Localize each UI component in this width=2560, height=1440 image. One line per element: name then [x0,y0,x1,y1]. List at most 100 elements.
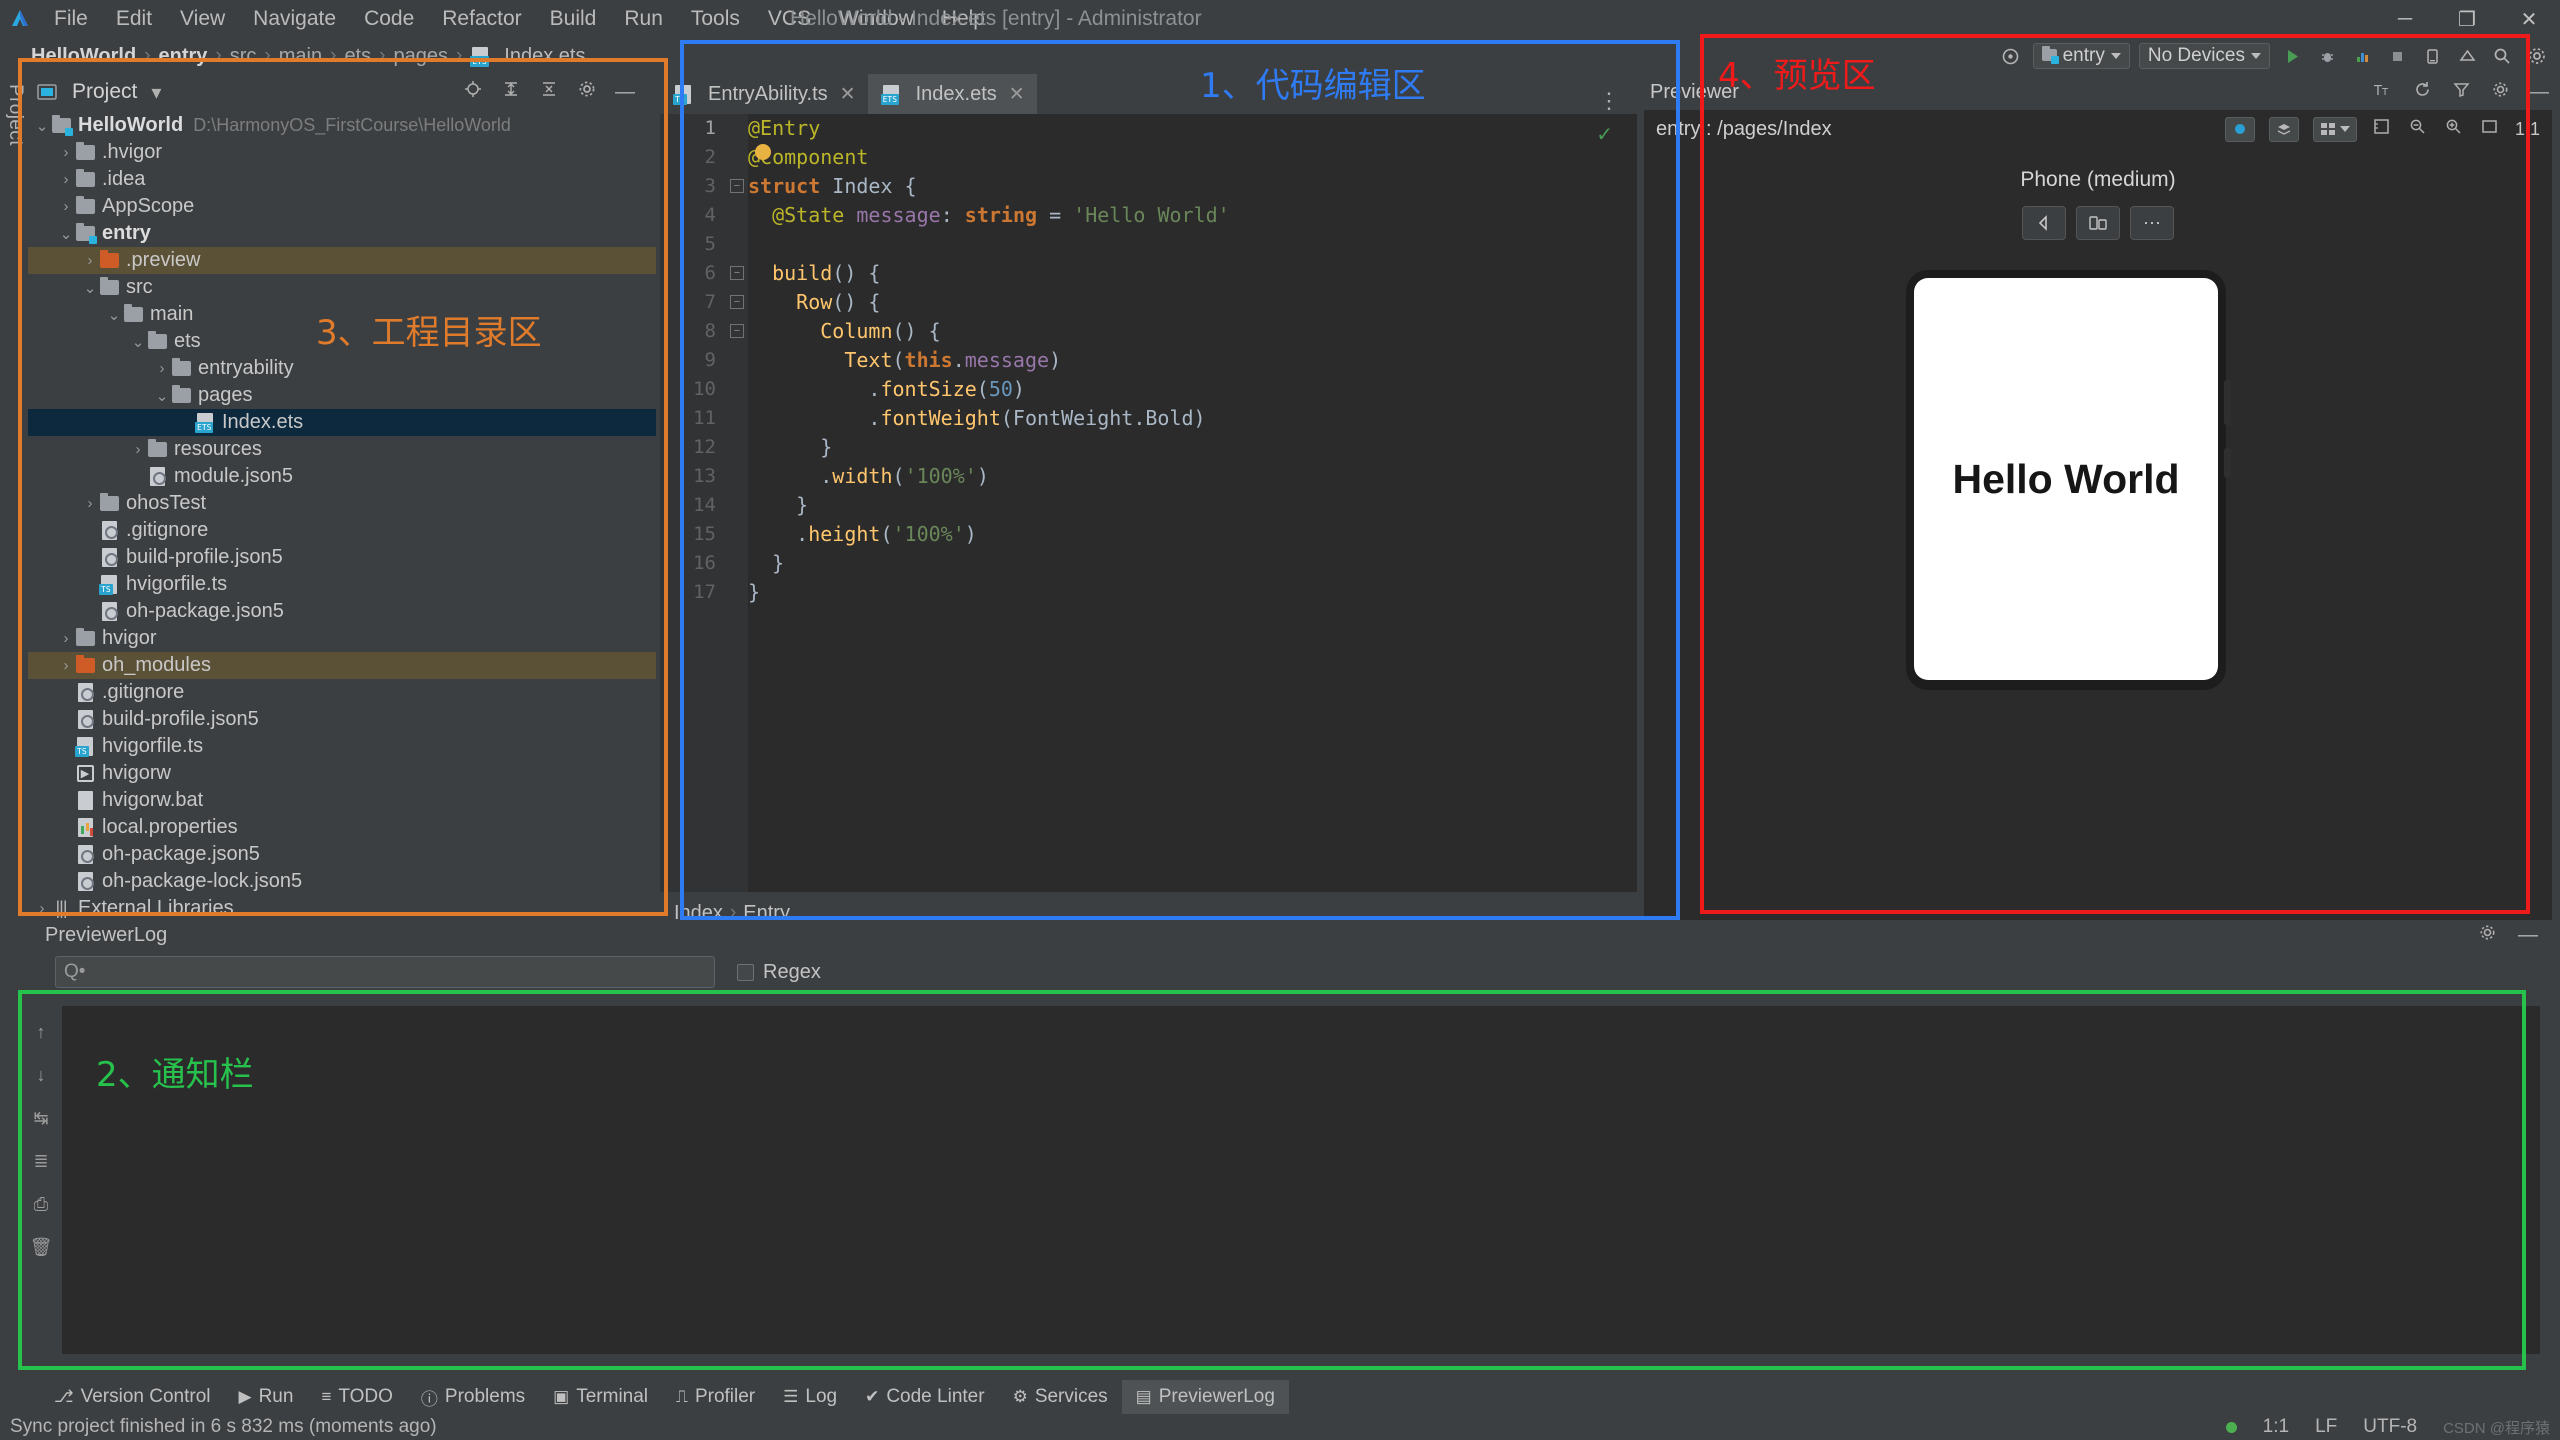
code-line[interactable]: } [748,549,1621,578]
code-line[interactable]: @Component [748,143,1621,172]
tool-tab-services[interactable]: ⚙ Services [999,1380,1122,1414]
chevron-right-icon[interactable]: › [130,441,146,458]
tool-tab-profiler[interactable]: ⎍ Profiler [662,1380,769,1414]
caret-position[interactable]: 1:1 [2263,1416,2289,1438]
code-line[interactable]: Text(this.message) [748,346,1621,375]
code-folding-gutter[interactable] [726,114,748,892]
breadcrumb-helloworld[interactable]: HelloWorld [24,45,143,68]
trash-icon[interactable]: 🗑 [30,1237,53,1258]
log-console-output[interactable]: ↑ ↓ ↹ ≣ ⎙ 🗑 [20,1006,2540,1354]
chevron-right-icon[interactable]: › [58,657,74,674]
tab-entryability-ts[interactable]: TS EntryAbility.ts ✕ [660,74,868,114]
chevron-down-icon[interactable]: ⌄ [58,225,74,243]
zoom-in-icon[interactable] [2443,118,2465,141]
chevron-down-icon[interactable]: ⌄ [154,387,170,405]
breadcrumb-entry[interactable]: entry [152,45,215,68]
tool-tab-previewerlog[interactable]: ▤ PreviewerLog [1121,1380,1289,1414]
tool-tab-version-control[interactable]: ⎇ Version Control [40,1380,225,1414]
preview-settings-icon[interactable] [1998,43,2024,69]
multi-device-icon[interactable] [2076,206,2120,240]
close-button[interactable]: ✕ [2498,0,2560,38]
tree-row--gitignore[interactable]: .gitignore [28,679,656,706]
breadcrumb-main[interactable]: main [272,45,329,68]
code-line[interactable]: } [748,578,1621,607]
profile-icon[interactable] [2349,43,2375,69]
color-picker-button[interactable] [2224,116,2255,142]
tree-row-oh-package-json5[interactable]: oh-package.json5 [28,598,656,625]
grid-button[interactable] [2312,116,2357,142]
tool-tab-run[interactable]: ▶ Run [225,1380,308,1414]
code-line[interactable]: .fontWeight(FontWeight.Bold) [748,404,1621,433]
tree-row-helloworld[interactable]: ⌄ HelloWorld D:\HarmonyOS_FirstCourse\Hell… [28,112,656,139]
tree-row-src[interactable]: ⌄ src [28,274,656,301]
fit-icon[interactable] [2479,118,2501,141]
rotate-icon[interactable] [2022,206,2066,240]
scroll-end-icon[interactable]: ≣ [33,1151,48,1172]
breadcrumb-pages[interactable]: pages [386,45,455,68]
down-icon[interactable]: ↓ [37,1065,46,1086]
tree-row-entryability[interactable]: › entryability [28,355,656,382]
code-line[interactable]: .height('100%') [748,520,1621,549]
run-target-chip[interactable]: entry [2032,43,2130,69]
chevron-right-icon[interactable]: › [82,495,98,512]
minimize-button[interactable]: ─ [2374,0,2436,38]
code-line[interactable]: @Entry [748,114,1621,143]
ruler-icon[interactable] [2371,118,2393,141]
breadcrumb-src[interactable]: src [223,45,264,68]
locate-icon[interactable] [462,80,484,104]
debug-icon[interactable] [2314,43,2340,69]
menu-run[interactable]: Run [610,4,677,34]
code-line[interactable]: struct Index { [748,172,1621,201]
filter-icon[interactable] [2450,81,2472,104]
tree-row-oh-package-json5[interactable]: oh-package.json5 [28,841,656,868]
device-chip[interactable]: No Devices [2138,43,2270,69]
run-icon[interactable] [2279,43,2305,69]
tree-row-hvigorfile-ts[interactable]: TS hvigorfile.ts [28,733,656,760]
up-icon[interactable]: ↑ [37,1022,46,1043]
tree-row-external-libraries[interactable]: › ||| External Libraries [28,895,656,922]
tab-index-ets[interactable]: ETS Index.ets ✕ [867,74,1037,114]
tree-row-build-profile-json5[interactable]: build-profile.json5 [28,544,656,571]
tool-tab-log[interactable]: ☰ Log [769,1380,851,1414]
tree-row--hvigor[interactable]: › .hvigor [28,139,656,166]
hide-icon[interactable]: — [2518,924,2538,947]
chevron-right-icon[interactable]: › [58,198,74,215]
editor-scrollbar[interactable] [1621,114,1637,892]
chevron-down-icon[interactable]: ▾ [145,80,167,105]
tree-row--idea[interactable]: › .idea [28,166,656,193]
tree-row--gitignore[interactable]: .gitignore [28,517,656,544]
file-encoding[interactable]: UTF-8 [2363,1416,2417,1438]
hide-icon[interactable]: — [614,81,636,104]
zoom-out-icon[interactable] [2407,118,2429,141]
intention-bulb-icon[interactable] [755,144,771,160]
tree-row-hvigorw[interactable]: ▶ hvigorw [28,760,656,787]
more-icon[interactable]: ⋯ [2130,206,2174,240]
settings-icon[interactable] [2524,43,2550,69]
code-line[interactable]: .fontSize(50) [748,375,1621,404]
chevron-right-icon[interactable]: › [58,630,74,647]
chevron-right-icon[interactable]: › [34,900,50,917]
regex-checkbox[interactable]: Regex [737,961,821,984]
close-icon[interactable]: ✕ [840,83,856,106]
code-line[interactable]: Row() { [748,288,1621,317]
gear-icon[interactable] [576,80,598,104]
gear-icon[interactable] [2479,924,2496,947]
menu-view[interactable]: View [166,4,239,34]
previewer-zoom-level[interactable]: 1:1 [2515,119,2540,140]
menu-navigate[interactable]: Navigate [239,4,350,34]
chevron-right-icon[interactable]: › [82,252,98,269]
tree-row-local-properties[interactable]: local.properties [28,814,656,841]
tree-row-index-ets[interactable]: ETS Index.ets [28,409,656,436]
code-line[interactable]: build() { [748,259,1621,288]
tree-row-hvigor[interactable]: › hvigor [28,625,656,652]
tree-row-module-json5[interactable]: module.json5 [28,463,656,490]
tool-tab-todo[interactable]: ≡ TODO [307,1380,406,1414]
tree-row-pages[interactable]: ⌄ pages [28,382,656,409]
fold-toggle-icon[interactable]: − [730,295,744,309]
log-search-input[interactable]: Q• [55,956,715,988]
code-line[interactable]: } [748,491,1621,520]
tree-row-ohostest[interactable]: › ohosTest [28,490,656,517]
tree-row-hvigorw-bat[interactable]: hvigorw.bat [28,787,656,814]
tree-row-oh-modules[interactable]: › oh_modules [28,652,656,679]
line-separator[interactable]: LF [2315,1416,2337,1438]
